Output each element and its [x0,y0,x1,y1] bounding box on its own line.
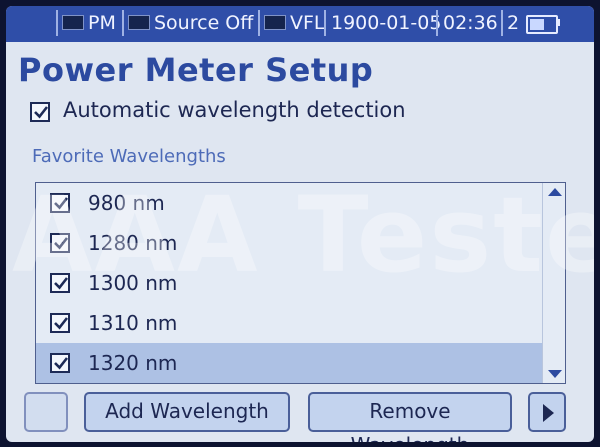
wavelength-label: 1320 nm [88,351,178,375]
checkmark-icon [54,277,69,290]
wavelength-label: 980 nm [88,191,165,215]
next-page-button[interactable] [528,392,566,432]
date-display: 1900-01-05 [324,10,441,36]
scroll-down-icon[interactable] [548,370,562,378]
time-text: 02:36 [443,12,498,34]
source-indicator: Source Off [122,10,253,36]
wavelength-list[interactable]: 980 nm 1280 nm 1300 nm 1310 nm 1320 nm [35,182,566,384]
wavelength-row-1280[interactable]: 1280 nm [36,223,542,263]
favorites-heading: Favorite Wavelengths [32,146,226,167]
list-scrollbar[interactable] [542,183,566,383]
wavelength-row-1310[interactable]: 1310 nm [36,303,542,343]
pm-label: PM [88,12,116,34]
battery-level-text: 2 [507,12,520,34]
battery-icon [526,15,558,34]
wavelength-label: 1300 nm [88,271,178,295]
auto-detect-label: Automatic wavelength detection [63,98,406,122]
wavelength-row-980[interactable]: 980 nm [36,183,542,223]
wavelength-checkbox[interactable] [50,273,70,293]
checkmark-icon [54,317,69,330]
source-indicator-icon [128,15,150,30]
remove-wavelength-button[interactable]: Remove Wavelength [308,392,512,442]
vfl-label: VFL [290,12,325,34]
battery-tip [556,19,560,26]
battery-level: 2 [501,10,519,36]
wavelength-checkbox[interactable] [50,313,70,333]
checkmark-icon [54,197,69,210]
source-label: Source Off [154,12,254,34]
wavelength-row-1300[interactable]: 1300 nm [36,263,542,303]
wavelength-checkbox[interactable] [50,193,70,213]
battery-fill [530,19,544,30]
device-screen: PM Source Off VFL 1900-01-05 02:36 2 Pow… [6,6,594,442]
wavelength-row-1320[interactable]: 1320 nm [36,343,542,383]
page-title: Power Meter Setup [18,51,374,89]
status-bar: PM Source Off VFL 1900-01-05 02:36 2 [6,6,594,42]
wavelength-checkbox[interactable] [50,233,70,253]
wavelength-checkbox[interactable] [50,353,70,373]
blank-softkey-button[interactable] [24,392,68,432]
wavelength-label: 1280 nm [88,231,178,255]
date-text: 1900-01-05 [331,12,442,34]
time-display: 02:36 [436,10,498,36]
right-arrow-icon [543,404,554,422]
vfl-indicator-icon [264,15,286,30]
wavelength-label: 1310 nm [88,311,178,335]
scroll-up-icon[interactable] [548,188,562,196]
pm-indicator-icon [62,15,84,30]
checkmark-icon [54,237,69,250]
checkmark-icon [34,106,49,119]
add-wavelength-button[interactable]: Add Wavelength [84,392,290,432]
vfl-indicator: VFL [258,10,325,36]
auto-detect-checkbox[interactable] [30,102,50,122]
pm-indicator: PM [56,10,116,36]
checkmark-icon [54,357,69,370]
